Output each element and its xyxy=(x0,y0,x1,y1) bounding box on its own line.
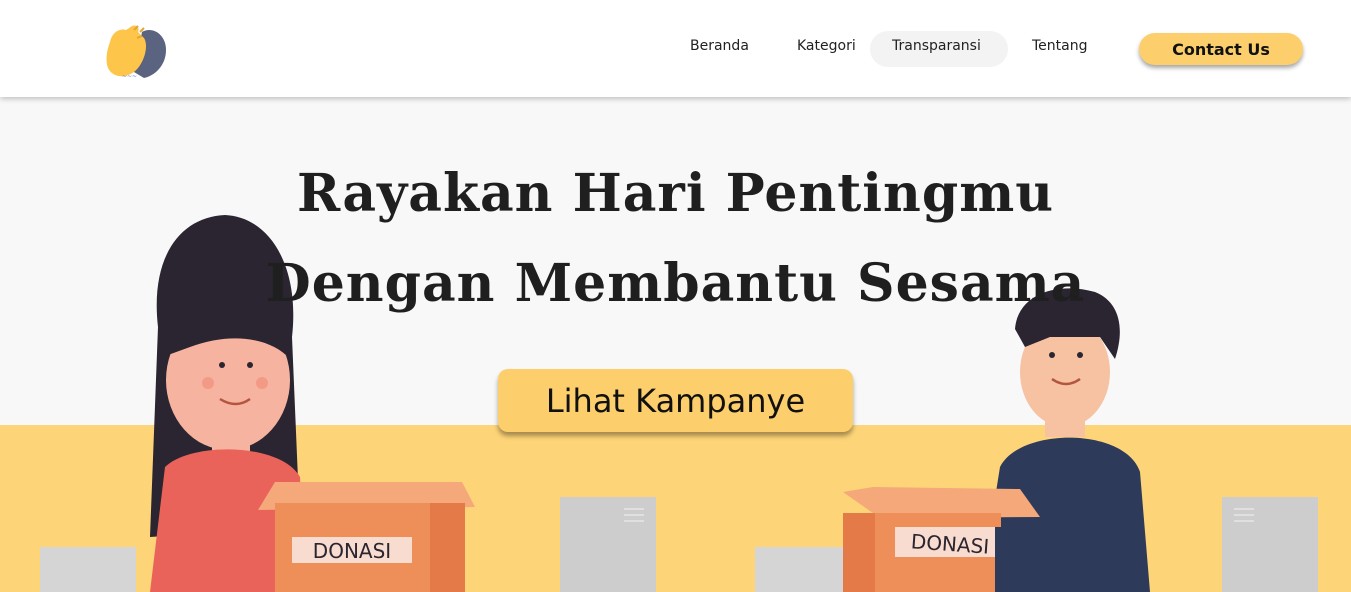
hero-section: DONASI DONASI Rayakan Hari Pentingmu Den… xyxy=(0,97,1351,592)
hero-title-line2: Dengan Membantu Sesama xyxy=(265,253,1086,314)
contact-us-button[interactable]: Contact Us xyxy=(1139,33,1303,65)
bg-box xyxy=(40,547,136,592)
nav-link-transparansi[interactable]: Transparansi xyxy=(892,38,981,54)
bg-box xyxy=(1222,497,1318,592)
nav-link-kategori[interactable]: Kategori xyxy=(797,38,856,54)
navbar: ~~~ Beranda Kategori Transparansi Tentan… xyxy=(0,0,1351,97)
bg-box xyxy=(560,497,656,592)
donation-box-left xyxy=(258,482,475,592)
bg-box xyxy=(755,547,845,592)
hands-logo[interactable]: ~~~ xyxy=(104,22,172,84)
hero-title-line1: Rayakan Hari Pentingmu xyxy=(296,163,1055,224)
lihat-kampanye-button[interactable]: Lihat Kampanye xyxy=(498,369,853,432)
svg-text:~~~: ~~~ xyxy=(122,73,137,80)
donasi-label-left: DONASI xyxy=(313,539,391,563)
nav-link-beranda[interactable]: Beranda xyxy=(690,38,749,54)
nav-link-tentang[interactable]: Tentang xyxy=(1032,38,1088,54)
